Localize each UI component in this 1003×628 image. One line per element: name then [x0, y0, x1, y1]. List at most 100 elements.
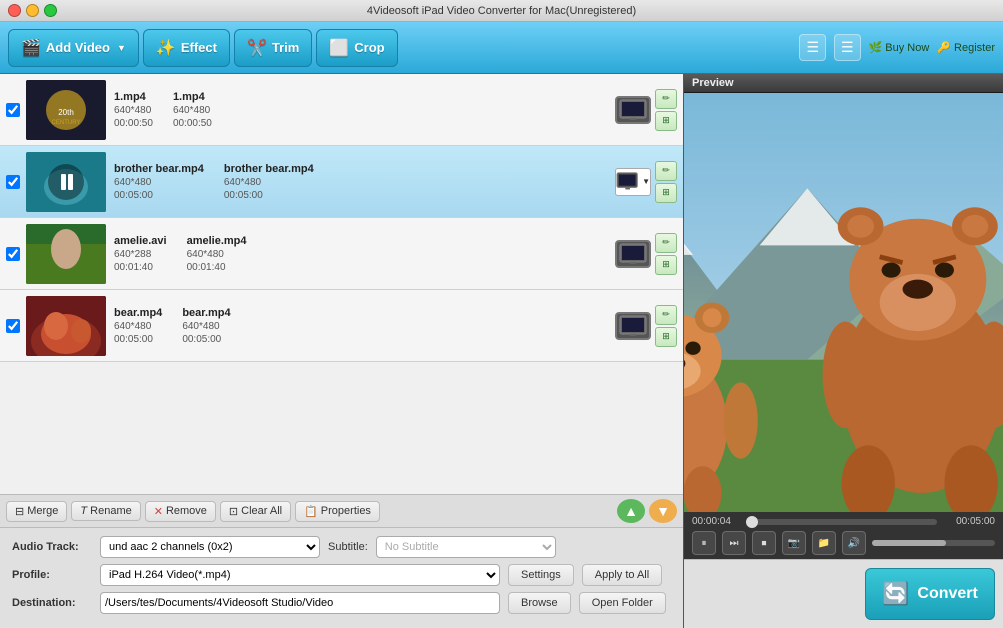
rename-icon: T [80, 505, 87, 517]
current-time: 00:00:04 [692, 516, 744, 527]
remove-icon: ✕ [154, 505, 163, 518]
device-dropdown-2[interactable]: ▼ [615, 168, 651, 196]
volume-fill [872, 540, 946, 546]
profile-label: Profile: [12, 569, 92, 581]
browse-button[interactable]: Browse [508, 592, 571, 614]
register-button[interactable]: 🔑 Register [937, 41, 995, 54]
convert-section: 🔄 Convert [684, 559, 1003, 628]
audio-track-row: Audio Track: und aac 2 channels (0x2) Su… [12, 536, 671, 558]
svg-text:20th: 20th [58, 108, 74, 117]
move-buttons: ▲ ▼ [617, 499, 677, 523]
settings-panel: Audio Track: und aac 2 channels (0x2) Su… [0, 527, 683, 628]
properties-icon: 📋 [304, 505, 318, 518]
progress-bar[interactable] [750, 519, 937, 525]
crop-icon: ⬜ [329, 38, 349, 58]
stop-button[interactable]: ⏹ [752, 531, 776, 555]
edit-icon-3[interactable]: ✏ [655, 233, 677, 253]
destination-input[interactable] [100, 592, 500, 614]
file-item-3[interactable]: amelie.avi 640*288 00:01:40 amelie.mp4 6… [0, 218, 683, 290]
minimize-button[interactable] [26, 4, 39, 17]
step-forward-button[interactable]: ⏭ [722, 531, 746, 555]
apply-to-all-button[interactable]: Apply to All [582, 564, 662, 586]
list-view-compact-button[interactable]: ☰ [799, 34, 826, 61]
effect-icon: ✨ [156, 38, 176, 58]
device-icon-3[interactable] [615, 240, 651, 268]
file-info-3: amelie.avi 640*288 00:01:40 amelie.mp4 6… [114, 235, 607, 273]
volume-button[interactable]: 🔊 [842, 531, 866, 555]
file-checkbox-1[interactable] [6, 103, 20, 117]
trim-button[interactable]: ✂️ Trim [234, 29, 312, 67]
file-checkbox-2[interactable] [6, 175, 20, 189]
subtitle-select[interactable]: No Subtitle [376, 536, 556, 558]
device-icon-4[interactable] [615, 312, 651, 340]
file-output-col: 1.mp4 640*480 00:00:50 [173, 91, 212, 129]
file-checkbox-4[interactable] [6, 319, 20, 333]
window-controls[interactable] [8, 4, 57, 17]
properties-button[interactable]: 📋 Properties [295, 501, 380, 522]
file-item[interactable]: 20th CENTURY 1.mp4 640*480 00:00:50 1.mp… [0, 74, 683, 146]
convert-button[interactable]: 🔄 Convert [865, 568, 995, 620]
key-icon: 🔑 [937, 41, 951, 54]
resize-icon-3[interactable]: ⊞ [655, 255, 677, 275]
pause-button[interactable]: ⏸ [692, 531, 716, 555]
file-checkbox-3[interactable] [6, 247, 20, 261]
file-output-col-2: brother bear.mp4 640*480 00:05:00 [224, 163, 314, 201]
device-icon-1[interactable] [615, 96, 651, 124]
maximize-button[interactable] [44, 4, 57, 17]
action-icons-1: ✏ ⊞ [655, 89, 677, 131]
clear-all-icon: ⊡ [229, 505, 238, 518]
merge-button[interactable]: ⊟ Merge [6, 501, 67, 522]
list-view-detail-button[interactable]: ☰ [834, 34, 861, 61]
move-down-button[interactable]: ▼ [649, 499, 677, 523]
file-list[interactable]: 20th CENTURY 1.mp4 640*480 00:00:50 1.mp… [0, 74, 683, 494]
file-source-col-2: brother bear.mp4 640*480 00:05:00 [114, 163, 204, 201]
preview-label: Preview [684, 74, 1003, 93]
action-icons-2: ✏ ⊞ [655, 161, 677, 203]
right-panel: Preview [683, 74, 1003, 628]
clear-all-button[interactable]: ⊡ Clear All [220, 501, 291, 522]
file-thumbnail-1: 20th CENTURY [26, 80, 106, 140]
subtitle-label: Subtitle: [328, 541, 368, 553]
bottom-toolbar: ⊟ Merge T Rename ✕ Remove ⊡ Clear All 📋 … [0, 494, 683, 527]
file-item-4[interactable]: bear.mp4 640*480 00:05:00 bear.mp4 640*4… [0, 290, 683, 362]
file-source-col-3: amelie.avi 640*288 00:01:40 [114, 235, 167, 273]
toolbar-right: ☰ ☰ 🌿 Buy Now 🔑 Register [799, 34, 995, 61]
resize-icon-2[interactable]: ⊞ [655, 183, 677, 203]
audio-track-select[interactable]: und aac 2 channels (0x2) [100, 536, 320, 558]
resize-icon-1[interactable]: ⊞ [655, 111, 677, 131]
app-title: 4Videosoft iPad Video Converter for Mac(… [367, 5, 636, 17]
settings-button[interactable]: Settings [508, 564, 574, 586]
snapshot-button[interactable]: 📷 [782, 531, 806, 555]
merge-icon: ⊟ [15, 505, 24, 518]
convert-refresh-icon: 🔄 [882, 581, 909, 607]
buy-now-button[interactable]: 🌿 Buy Now [869, 41, 930, 54]
crop-button[interactable]: ⬜ Crop [316, 29, 397, 67]
main-content: 20th CENTURY 1.mp4 640*480 00:00:50 1.mp… [0, 74, 1003, 628]
file-source-col: 1.mp4 640*480 00:00:50 [114, 91, 153, 129]
resize-icon-4[interactable]: ⊞ [655, 327, 677, 347]
edit-icon-4[interactable]: ✏ [655, 305, 677, 325]
effect-button[interactable]: ✨ Effect [143, 29, 230, 67]
playback-controls: ⏸ ⏭ ⏹ 📷 📁 🔊 [692, 531, 995, 555]
add-video-button[interactable]: 🎬 Add Video ▼ [8, 29, 139, 67]
rename-button[interactable]: T Rename [71, 501, 140, 521]
close-button[interactable] [8, 4, 21, 17]
action-icons-4: ✏ ⊞ [655, 305, 677, 347]
file-item-playing[interactable]: brother bear.mp4 640*480 00:05:00 brothe… [0, 146, 683, 218]
main-toolbar: 🎬 Add Video ▼ ✨ Effect ✂️ Trim ⬜ Crop ☰ … [0, 22, 1003, 74]
folder-button[interactable]: 📁 [812, 531, 836, 555]
action-icons-3: ✏ ⊞ [655, 233, 677, 275]
total-time: 00:05:00 [943, 516, 995, 527]
destination-row: Destination: Browse Open Folder [12, 592, 671, 614]
add-video-icon: 🎬 [21, 38, 41, 58]
destination-label: Destination: [12, 597, 92, 609]
remove-button[interactable]: ✕ Remove [145, 501, 216, 522]
profile-select[interactable]: iPad H.264 Video(*.mp4) [100, 564, 500, 586]
open-folder-button[interactable]: Open Folder [579, 592, 666, 614]
volume-bar[interactable] [872, 540, 995, 546]
edit-icon-1[interactable]: ✏ [655, 89, 677, 109]
edit-icon-2[interactable]: ✏ [655, 161, 677, 181]
move-up-button[interactable]: ▲ [617, 499, 645, 523]
title-bar: 4Videosoft iPad Video Converter for Mac(… [0, 0, 1003, 22]
audio-track-label: Audio Track: [12, 541, 92, 553]
